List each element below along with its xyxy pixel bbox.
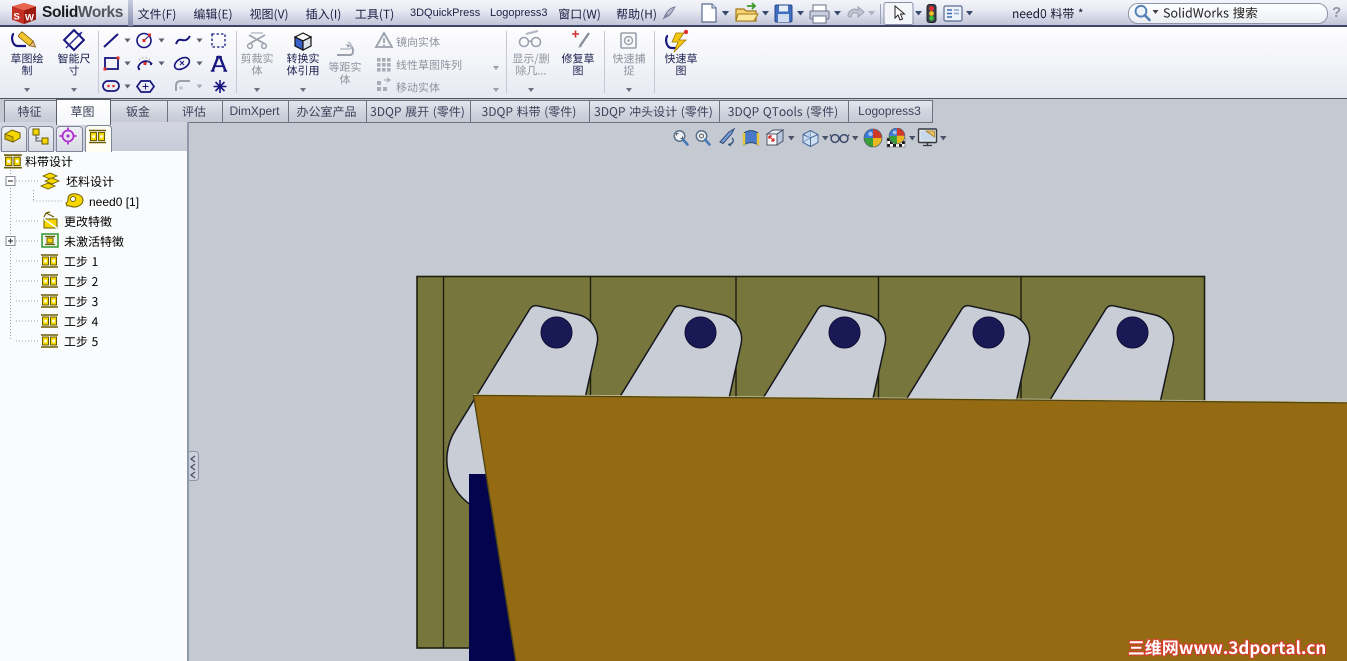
svg-text:S: S	[14, 12, 20, 23]
svg-text:W: W	[25, 13, 34, 24]
